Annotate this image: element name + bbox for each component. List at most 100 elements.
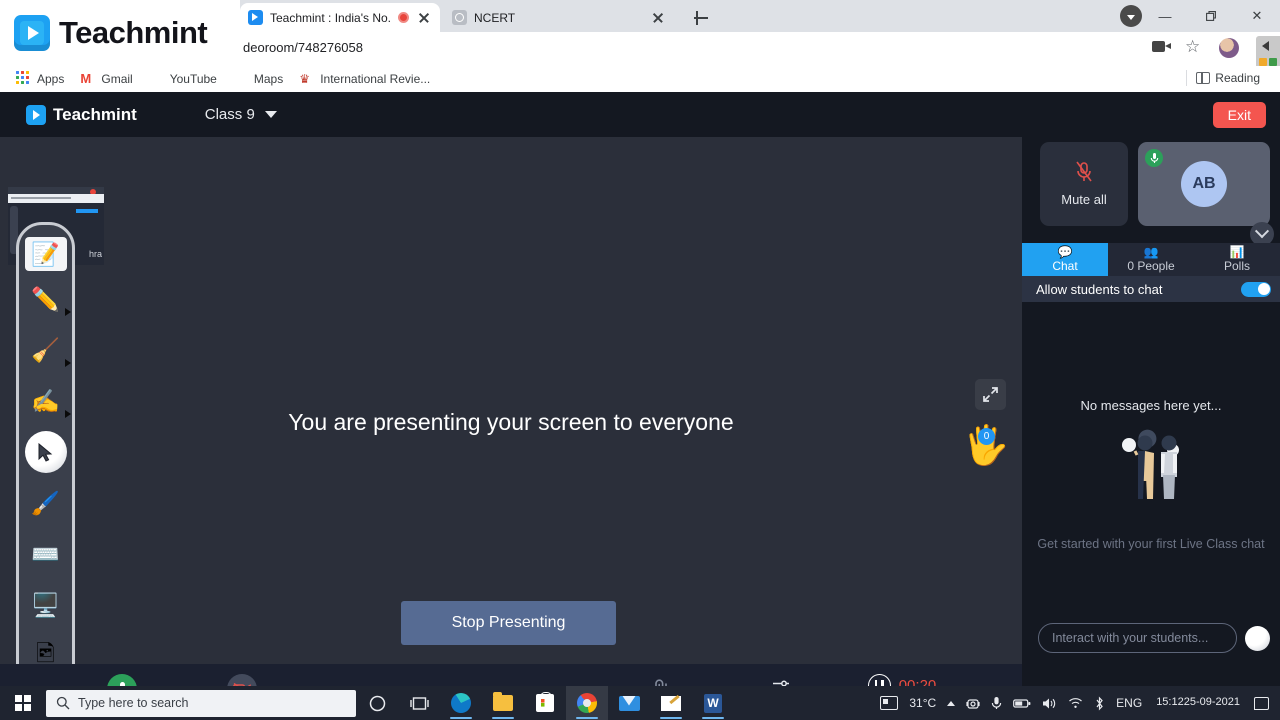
chat-empty-subtitle: Get started with your first Live Class c… [1037,537,1265,551]
mute-all-label: Mute all [1061,192,1107,207]
panel-tabs: 💬 Chat 👥 0 People 📊 Polls [1022,243,1280,276]
taskbar-search-placeholder: Type here to search [78,696,189,710]
cortana-button[interactable] [356,686,398,720]
toolbar-divider [1186,70,1188,86]
microsoft-store-icon [536,692,554,712]
taskbar-edge-button[interactable] [440,686,482,720]
class-selector[interactable]: Class 9 [205,106,277,123]
windows-logo-icon [15,695,31,711]
bookmark-gmail[interactable]: M Gmail [74,69,138,89]
keyboard-tool-button[interactable]: ⌨️ [23,531,69,577]
chrome-icon [577,693,597,713]
edge-icon [451,693,471,713]
generic-favicon-icon [452,10,467,25]
teachmint-logo-icon [14,15,50,51]
taskbar-chrome-button[interactable] [566,686,608,720]
camera-permission-icon[interactable] [1152,40,1172,54]
allow-students-to-chat-toggle[interactable] [1241,281,1271,297]
bookmark-star-icon[interactable]: ☆ [1185,38,1200,55]
tray-wifi-button[interactable] [1063,686,1088,720]
fullscreen-expand-button[interactable] [975,379,1006,410]
taskbar-sticky-notes-button[interactable] [650,686,692,720]
youtube-icon [149,71,165,87]
polls-bar-icon: 📊 [1229,245,1245,259]
taskbar-word-button[interactable]: W [692,686,734,720]
news-icon [880,696,899,710]
eraser-tool-button[interactable]: 🧹 [23,327,71,373]
cortana-icon [369,695,385,711]
address-bar-url[interactable]: deoroom/748276058 [243,40,363,55]
pen-icon: ✏️ [31,285,60,312]
laser-pointer-tool-button[interactable]: 🖌️ [23,480,69,526]
pen-tool-button[interactable]: ✏️ [23,276,71,322]
task-view-button[interactable] [398,686,440,720]
send-message-button[interactable] [1245,625,1270,651]
start-button[interactable] [0,695,46,711]
bookmark-youtube[interactable]: YouTube [143,69,223,89]
chevron-up-icon [947,700,956,706]
eraser-icon: 🧹 [31,336,60,363]
participant-tile[interactable]: AB [1138,142,1270,226]
tab-label: Chat [1052,259,1078,273]
tab-polls[interactable]: 📊 Polls [1194,243,1280,276]
weather-temperature[interactable]: 31°C [904,686,941,720]
tab-people[interactable]: 👥 0 People [1108,243,1194,276]
profile-avatar[interactable] [1219,38,1239,58]
browser-tab-active[interactable]: Teachmint : India's No.1 Onl [240,3,440,32]
reading-list-button[interactable]: Reading [1182,70,1260,86]
extension-icon [1269,58,1277,66]
chat-empty-illustration-icon [1107,429,1195,505]
screen-root: Teachmint : India's No.1 Onl NCERT — ✕ d… [0,0,1280,720]
submenu-arrow-icon [64,359,71,367]
maximize-icon [1205,10,1216,21]
tray-volume-button[interactable] [1037,686,1062,720]
highlighter-tool-button[interactable]: ✍️ [23,378,71,424]
app-logo[interactable]: Teachmint [26,104,137,125]
tray-camera-button[interactable] [961,686,985,720]
minimize-button[interactable]: — [1142,0,1188,32]
screen-capture-tool-button[interactable]: 🖥️ [23,582,69,628]
windows-taskbar: Type here to search W 31°C ENG 15:12 25-… [0,686,1280,720]
taskbar-file-explorer-button[interactable] [482,686,524,720]
tray-expand-button[interactable] [942,686,960,720]
teachmint-logo-text: Teachmint [59,15,208,50]
mute-all-button[interactable]: Mute all [1040,142,1128,226]
exit-button[interactable]: Exit [1212,102,1266,128]
bookmark-international-review[interactable]: ♛ International Revie... [293,69,436,89]
tray-language[interactable]: ENG [1111,686,1147,720]
taskbar-mail-button[interactable] [608,686,650,720]
new-tab-button[interactable] [690,7,712,29]
taskbar-clock[interactable]: 15:12 25-09-2021 [1148,686,1248,720]
tab-close-icon[interactable] [650,10,666,26]
collapse-arrow-icon [1262,41,1269,51]
annotation-toolbar: 📝 ✏️ 🧹 ✍️ 🖌️ ⌨️ 🖥️ 🖻️ [16,222,75,720]
tray-battery-button[interactable] [1008,686,1036,720]
tray-bluetooth-button[interactable] [1089,686,1110,720]
taskbar-search-box[interactable]: Type here to search [46,689,356,717]
participant-avatar: AB [1181,161,1227,207]
tab-title: NCERT [474,10,516,25]
news-widget-button[interactable] [875,686,903,720]
browser-tab-ncert[interactable]: NCERT [444,3,674,32]
maximize-button[interactable] [1188,0,1234,32]
bookmark-maps[interactable]: Maps [227,69,289,89]
search-icon [56,696,70,710]
stop-presenting-button[interactable]: Stop Presenting [401,601,616,645]
bookmark-apps[interactable]: Apps [10,69,70,89]
class-selector-label: Class 9 [204,106,255,123]
cursor-tool-button[interactable] [23,429,69,475]
mic-muted-icon [1076,161,1092,182]
app-header: Teachmint Class 9 Exit [0,92,1280,137]
notifications-button[interactable] [1249,686,1274,720]
browser-profile-chip[interactable] [1120,5,1142,27]
close-button[interactable]: ✕ [1234,0,1280,32]
gmail-icon: M [80,71,92,86]
taskbar-store-button[interactable] [524,686,566,720]
bookmark-label: Apps [37,72,65,86]
tab-close-icon[interactable] [416,10,432,26]
tab-chat[interactable]: 💬 Chat [1022,243,1108,276]
allow-students-to-chat-row[interactable]: Allow students to chat [1022,276,1280,302]
whiteboard-tool-button[interactable]: 📝 [24,237,67,271]
tray-microphone-button[interactable] [986,686,1007,720]
chat-input[interactable] [1038,623,1237,653]
